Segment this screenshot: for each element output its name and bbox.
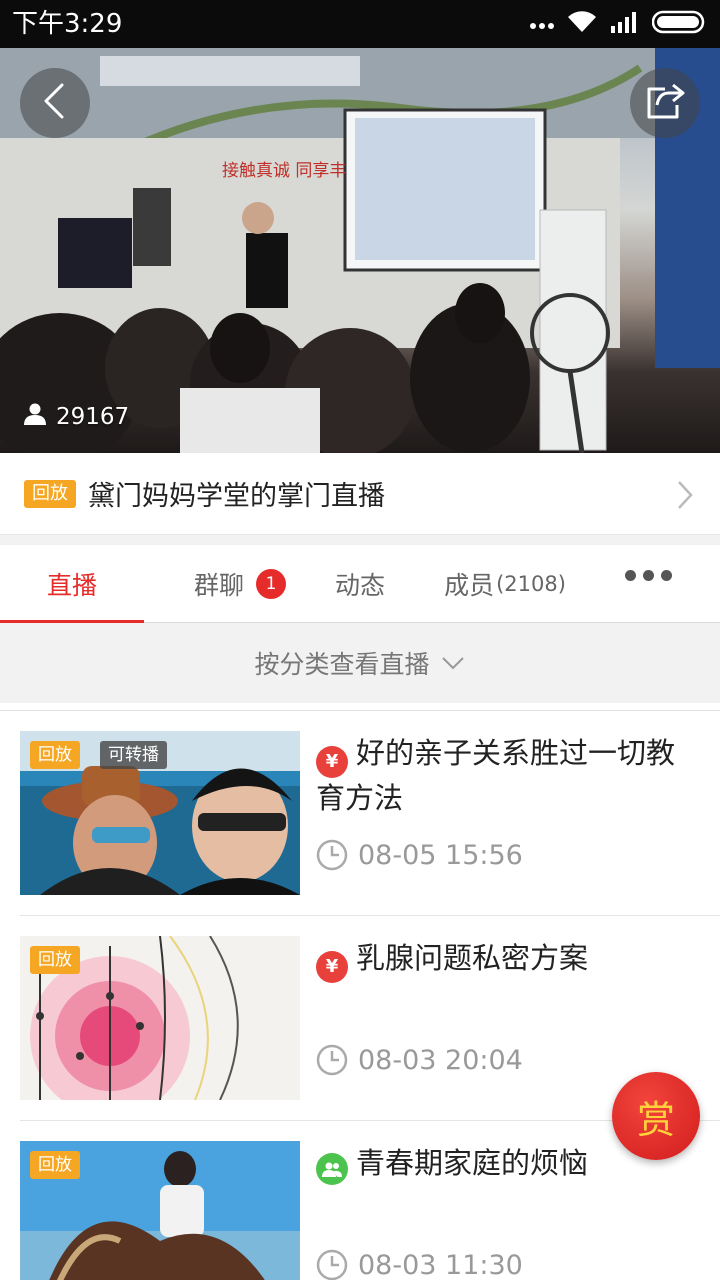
share-icon — [645, 81, 685, 125]
tab-live[interactable]: 直播 — [0, 545, 144, 623]
signal-icon — [610, 10, 640, 38]
list-item-thumbnail: 回放 — [20, 936, 300, 1100]
tab-members-label: 成员 — [444, 571, 495, 600]
clock-icon — [316, 839, 348, 871]
list-item-time: 08-03 11:30 — [316, 1249, 523, 1280]
tab-members-count: (2108) — [496, 572, 566, 596]
back-button[interactable] — [20, 68, 90, 138]
share-button[interactable] — [630, 68, 700, 138]
list-item-time-text: 08-03 20:04 — [358, 1044, 523, 1076]
paid-yuan-icon: ¥ — [316, 746, 348, 778]
tab-group-chat[interactable]: 群聊 1 — [170, 545, 310, 623]
tab-bar: 直播 群聊 1 动态 成员 (2108) — [0, 545, 720, 623]
live-cover-image[interactable]: 接触真诚 同享丰 29167 — [0, 48, 720, 453]
replay-badge: 回放 — [24, 479, 76, 508]
list-item-thumbnail: 回放 — [20, 1141, 300, 1280]
more-options-icon[interactable] — [625, 570, 672, 581]
list-item-title: ¥ 乳腺问题私密方案 — [316, 938, 696, 983]
divider — [0, 703, 720, 711]
back-arrow-icon — [40, 81, 70, 125]
battery-icon — [651, 10, 708, 38]
viewer-count-value: 29167 — [56, 404, 130, 430]
live-title-row[interactable]: 回放 黛门妈妈学堂的掌门直播 — [0, 453, 720, 535]
list-item-title-text: 乳腺问题私密方案 — [356, 941, 589, 975]
status-bar: 下午3:29 — [0, 0, 720, 48]
list-item-time-text: 08-05 15:56 — [358, 839, 523, 871]
list-item[interactable]: 回放 可转播 ¥ 好的亲子关系胜过一切教育方法 08-05 15:56 — [20, 711, 720, 916]
category-filter-label: 按分类查看直播 — [254, 650, 430, 679]
wifi-icon — [566, 10, 598, 38]
replay-badge: 回放 — [30, 741, 80, 769]
list-item-title-text: 青春期家庭的烦恼 — [356, 1146, 589, 1180]
tab-live-label: 直播 — [46, 571, 97, 600]
wall-banner-text: 接触真诚 同享丰 — [222, 161, 346, 181]
clock-icon — [316, 1044, 348, 1076]
rebroadcast-badge: 可转播 — [100, 741, 167, 769]
reward-button[interactable]: 赏 — [612, 1072, 700, 1160]
person-icon — [24, 403, 46, 431]
section-gap — [0, 535, 720, 545]
viewer-count: 29167 — [24, 403, 129, 431]
list-item-time: 08-03 20:04 — [316, 1044, 523, 1076]
more-dots-icon — [530, 15, 554, 34]
replay-badge: 回放 — [30, 946, 80, 974]
list-item[interactable]: 回放 ¥ 乳腺问题私密方案 08-03 20:04 — [20, 916, 720, 1121]
list-item-title-text: 好的亲子关系胜过一切教育方法 — [316, 736, 676, 815]
unread-badge: 1 — [256, 569, 286, 599]
clock-icon — [316, 1249, 348, 1280]
tab-feed[interactable]: 动态 — [300, 545, 420, 623]
reward-button-label: 赏 — [636, 1097, 675, 1142]
paid-yuan-icon: ¥ — [316, 951, 348, 983]
list-item-title: ¥ 好的亲子关系胜过一切教育方法 — [316, 733, 696, 818]
list-item[interactable]: 回放 青春期家庭的烦恼 08-03 11:30 — [20, 1121, 720, 1280]
live-title: 黛门妈妈学堂的掌门直播 — [88, 481, 385, 512]
replay-badge: 回放 — [30, 1151, 80, 1179]
status-time: 下午3:29 — [12, 9, 123, 39]
chevron-down-icon — [441, 657, 464, 670]
list-item-thumbnail: 回放 可转播 — [20, 731, 300, 895]
tab-feed-label: 动态 — [334, 571, 385, 600]
group-icon — [316, 1153, 348, 1185]
list-item-time-text: 08-03 11:30 — [358, 1249, 523, 1280]
classroom-scene-image: 接触真诚 同享丰 — [0, 48, 720, 453]
chevron-right-icon — [676, 479, 694, 515]
list-item-time: 08-05 15:56 — [316, 839, 523, 871]
tab-group-chat-label: 群聊 — [193, 571, 244, 600]
category-filter[interactable]: 按分类查看直播 — [0, 623, 720, 703]
tab-members[interactable]: 成员 (2108) — [425, 545, 585, 623]
status-icons — [530, 10, 708, 38]
